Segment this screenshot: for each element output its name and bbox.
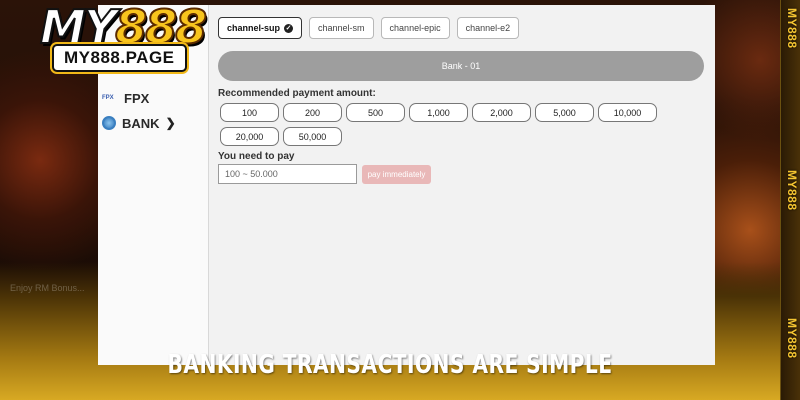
sidebar-item-bank[interactable]: BANK ❯ xyxy=(102,112,176,134)
amount-button[interactable]: 5,000 xyxy=(535,103,594,122)
chevron-right-icon: ❯ xyxy=(165,116,176,130)
side-logo-bottom: MY888 xyxy=(785,318,799,359)
announcement-ticker: Enjoy RM Bonus... xyxy=(10,283,85,293)
amount-button[interactable]: 2,000 xyxy=(472,103,531,122)
amount-options: 100 200 500 1,000 2,000 5,000 10,000 20,… xyxy=(220,103,670,146)
pay-immediately-button[interactable]: pay immediately xyxy=(362,165,431,184)
tab-label: channel-e2 xyxy=(465,23,511,33)
amount-button[interactable]: 10,000 xyxy=(598,103,657,122)
bank-selector[interactable]: Bank - 01 xyxy=(218,51,704,81)
logo-domain: MY888.PAGE xyxy=(52,44,187,72)
side-logo-top: MY888 xyxy=(785,8,799,49)
pay-amount-input[interactable]: 100 ~ 50.000 xyxy=(218,164,357,184)
channel-tabs: channel-sup ✓ channel-sm channel-epic ch… xyxy=(218,17,520,39)
sidebar-item-fpx[interactable]: FPX FPX xyxy=(102,87,149,109)
side-logo-middle: MY888 xyxy=(785,170,799,211)
tab-label: channel-sm xyxy=(318,23,365,33)
brand-logo[interactable]: MY888 MY888.PAGE xyxy=(30,0,240,75)
sidebar-item-label: FPX xyxy=(124,90,150,106)
check-icon: ✓ xyxy=(284,23,294,33)
amount-button[interactable]: 1,000 xyxy=(409,103,468,122)
fpx-logo-icon: FPX xyxy=(102,95,114,101)
recommended-amount-label: Recommended payment amount: xyxy=(218,88,376,99)
sidebar-item-label: BANK xyxy=(122,115,160,131)
tab-channel-epic[interactable]: channel-epic xyxy=(380,17,450,39)
tab-channel-e2[interactable]: channel-e2 xyxy=(456,17,520,39)
caption-headline: BANKING TRANSACTIONS ARE SIMPLE xyxy=(167,350,613,380)
amount-button[interactable]: 100 xyxy=(220,103,279,122)
pay-amount-label: You need to pay xyxy=(218,151,295,162)
amount-button[interactable]: 500 xyxy=(346,103,405,122)
tab-label: channel-epic xyxy=(389,23,441,33)
amount-button[interactable]: 200 xyxy=(283,103,342,122)
tab-channel-sm[interactable]: channel-sm xyxy=(309,17,374,39)
payment-content: channel-sup ✓ channel-sm channel-epic ch… xyxy=(210,5,715,365)
globe-icon xyxy=(102,116,116,130)
amount-button[interactable]: 20,000 xyxy=(220,127,279,146)
amount-button[interactable]: 50,000 xyxy=(283,127,342,146)
